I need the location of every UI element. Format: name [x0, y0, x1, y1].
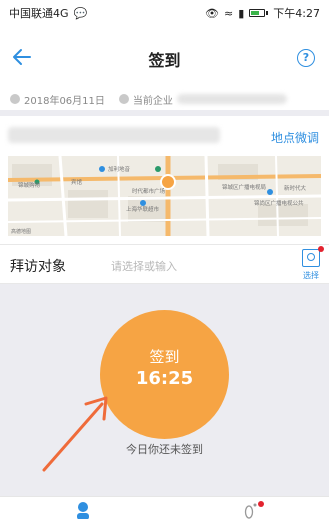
- status-right: 👁 ≈ ▮ 下午4:27: [205, 5, 320, 21]
- company-label: 当前企业: [132, 95, 173, 107]
- company-name-redacted: [176, 94, 287, 104]
- location-adjust-button[interactable]: 地点微调: [271, 129, 319, 146]
- visit-target-input[interactable]: 请选择或输入: [111, 258, 177, 274]
- status-left: 中国联通4G 💬: [9, 5, 87, 21]
- address-redacted: [8, 127, 220, 143]
- visit-target-label: 拜访对象: [10, 259, 66, 275]
- signal-icon: ▮: [238, 6, 245, 20]
- chat-bubble-icon: 💬: [73, 6, 88, 20]
- location-card: 地点微调 锦城购物 宾馆 加利地音 时代都市广场 上海华联超市 锦城区广播电视局…: [0, 116, 329, 244]
- status-time: 下午4:27: [273, 7, 320, 20]
- page-title: 签到: [148, 51, 181, 70]
- company-item: 当前企业: [118, 92, 287, 107]
- company-icon: [118, 94, 129, 104]
- map-label-district2: 新时代大: [284, 184, 307, 192]
- map-label-district3: 锦尚区广播电视公共: [254, 199, 304, 207]
- map-brand-label: 高德地图: [11, 228, 31, 235]
- wifi-icon: ≈: [224, 6, 234, 20]
- map-canvas: 锦城购物 宾馆 加利地音 时代都市广场 上海华联超市 锦城区广播电视局 新时代大…: [8, 156, 321, 236]
- info-row: 2018年06月11日 当前企业: [0, 88, 329, 110]
- map-label-mall: 锦城购物: [18, 181, 41, 189]
- question-icon[interactable]: ?: [297, 49, 315, 67]
- map-label-district: 锦城区广播电视局: [222, 183, 266, 191]
- location-pin-icon: [160, 174, 176, 190]
- battery-icon: [249, 9, 269, 17]
- calendar-icon: [10, 94, 20, 104]
- notification-dot: [258, 501, 264, 507]
- footprint-icon: [244, 503, 257, 519]
- checkin-button[interactable]: 签到 16:25: [100, 310, 229, 439]
- checkin-time: 16:25: [135, 368, 194, 389]
- map-view[interactable]: 锦城购物 宾馆 加利地音 时代都市广场 上海华联超市 锦城区广播电视局 新时代大…: [8, 156, 321, 236]
- footprint-tab[interactable]: [243, 501, 264, 519]
- picker-label: 选择: [303, 271, 319, 280]
- visit-target-row[interactable]: 拜访对象 请选择或输入 选择: [0, 244, 329, 284]
- annotation-arrow-icon: [42, 396, 108, 472]
- map-label-hotel: 宾馆: [71, 178, 83, 186]
- map-label-plaza: 加利地音: [108, 165, 131, 173]
- location-row: 地点微调: [0, 116, 329, 156]
- checkin-tab-icon[interactable]: [75, 501, 91, 519]
- bottom-tab-bar: [0, 496, 329, 519]
- contact-picker-button[interactable]: 选择: [300, 246, 324, 280]
- nav-bar: 签到 ?: [0, 26, 329, 88]
- checkin-label: 签到: [149, 348, 180, 366]
- map-label-building: 时代都市广场: [132, 187, 166, 195]
- eye-icon: 👁: [205, 6, 220, 20]
- status-bar: 中国联通4G 💬 👁 ≈ ▮ 下午4:27: [0, 0, 329, 26]
- date-item: 2018年06月11日: [10, 92, 105, 107]
- carrier-text: 中国联通4G: [9, 7, 69, 20]
- notification-dot: [318, 246, 324, 252]
- date-text: 2018年06月11日: [24, 95, 105, 107]
- contact-book-icon: [302, 249, 320, 267]
- map-label-school: 上海华联超市: [126, 205, 160, 213]
